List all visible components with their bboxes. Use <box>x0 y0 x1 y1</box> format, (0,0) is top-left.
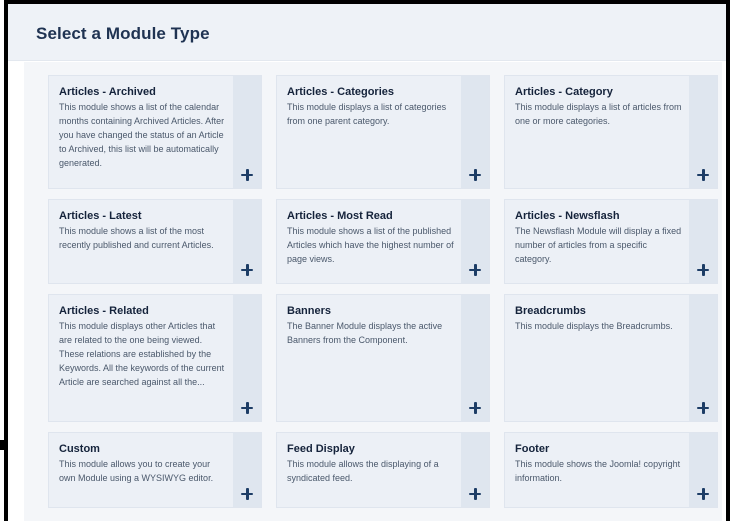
module-card-articles-category[interactable]: Articles - Category This module displays… <box>504 75 718 189</box>
card-content: Articles - Latest This module shows a li… <box>59 210 227 252</box>
plus-icon[interactable] <box>696 168 710 182</box>
add-module-strip[interactable] <box>689 200 717 283</box>
card-content: Articles - Category This module displays… <box>515 86 683 128</box>
plus-icon[interactable] <box>696 487 710 501</box>
plus-icon[interactable] <box>240 168 254 182</box>
card-content: Breadcrumbs This module displays the Bre… <box>515 305 683 333</box>
add-module-strip[interactable] <box>689 433 717 507</box>
module-title: Articles - Categories <box>287 86 394 98</box>
module-card-articles-most-read[interactable]: Articles - Most Read This module shows a… <box>276 199 490 284</box>
plus-icon[interactable] <box>240 487 254 501</box>
module-title: Articles - Most Read <box>287 210 393 222</box>
card-content: Footer This module shows the Joomla! cop… <box>515 443 683 485</box>
add-module-strip[interactable] <box>233 295 261 421</box>
add-module-strip[interactable] <box>233 200 261 283</box>
module-card-footer[interactable]: Footer This module shows the Joomla! cop… <box>504 432 718 508</box>
module-card-articles-latest[interactable]: Articles - Latest This module shows a li… <box>48 199 262 284</box>
card-content: Custom This module allows you to create … <box>59 443 227 485</box>
add-module-strip[interactable] <box>689 295 717 421</box>
module-card-breadcrumbs[interactable]: Breadcrumbs This module displays the Bre… <box>504 294 718 422</box>
add-module-strip[interactable] <box>233 433 261 507</box>
module-card-articles-related[interactable]: Articles - Related This module displays … <box>48 294 262 422</box>
module-description: The Banner Module displays the active Ba… <box>287 321 443 345</box>
module-description: This module displays a list of articles … <box>515 102 682 126</box>
card-content: Articles - Newsflash The Newsflash Modul… <box>515 210 683 266</box>
card-content: Articles - Archived This module shows a … <box>59 86 227 170</box>
module-title: Footer <box>515 443 550 455</box>
module-description: This module displays other Articles that… <box>59 321 225 387</box>
module-description: This module shows the Joomla! copyright … <box>515 459 681 483</box>
module-description: This module shows a list of the publishe… <box>287 226 454 264</box>
module-description: This module allows you to create your ow… <box>59 459 214 483</box>
module-card-articles-newsflash[interactable]: Articles - Newsflash The Newsflash Modul… <box>504 199 718 284</box>
module-description: The Newsflash Module will display a fixe… <box>515 226 682 264</box>
add-module-strip[interactable] <box>461 433 489 507</box>
add-module-strip[interactable] <box>233 76 261 188</box>
module-title: Feed Display <box>287 443 355 455</box>
module-type-dialog: Select a Module Type Articles - Archived… <box>8 4 726 521</box>
module-title: Breadcrumbs <box>515 305 586 317</box>
add-module-strip[interactable] <box>689 76 717 188</box>
module-card-articles-archived[interactable]: Articles - Archived This module shows a … <box>48 75 262 189</box>
module-title: Articles - Category <box>515 86 613 98</box>
plus-icon[interactable] <box>468 263 482 277</box>
card-content: Articles - Most Read This module shows a… <box>287 210 455 266</box>
add-module-strip[interactable] <box>461 200 489 283</box>
module-description: This module displays the Breadcrumbs. <box>515 321 673 331</box>
module-description: This module shows a list of the most rec… <box>59 226 214 250</box>
module-title: Articles - Newsflash <box>515 210 620 222</box>
module-title: Custom <box>59 443 100 455</box>
dialog-header: Select a Module Type <box>8 4 726 61</box>
card-content: Articles - Categories This module displa… <box>287 86 455 128</box>
page-title: Select a Module Type <box>36 24 210 43</box>
window-frame: Select a Module Type Articles - Archived… <box>4 0 730 521</box>
module-title: Articles - Related <box>59 305 149 317</box>
card-content: Articles - Related This module displays … <box>59 305 227 389</box>
module-title: Banners <box>287 305 332 317</box>
card-content: Feed Display This module allows the disp… <box>287 443 455 485</box>
card-content: Banners The Banner Module displays the a… <box>287 305 455 347</box>
module-title: Articles - Latest <box>59 210 142 222</box>
plus-icon[interactable] <box>696 263 710 277</box>
plus-icon[interactable] <box>468 401 482 415</box>
module-description: This module shows a list of the calendar… <box>59 102 225 168</box>
module-card-feed-display[interactable]: Feed Display This module allows the disp… <box>276 432 490 508</box>
module-title: Articles - Archived <box>59 86 156 98</box>
module-card-custom[interactable]: Custom This module allows you to create … <box>48 432 262 508</box>
plus-icon[interactable] <box>240 401 254 415</box>
module-list-area: Articles - Archived This module shows a … <box>24 62 722 521</box>
module-description: This module allows the displaying of a s… <box>287 459 439 483</box>
module-grid: Articles - Archived This module shows a … <box>48 75 718 508</box>
module-description: This module displays a list of categorie… <box>287 102 447 126</box>
add-module-strip[interactable] <box>461 295 489 421</box>
plus-icon[interactable] <box>468 168 482 182</box>
plus-icon[interactable] <box>240 263 254 277</box>
module-card-articles-categories[interactable]: Articles - Categories This module displa… <box>276 75 490 189</box>
module-card-banners[interactable]: Banners The Banner Module displays the a… <box>276 294 490 422</box>
add-module-strip[interactable] <box>461 76 489 188</box>
plus-icon[interactable] <box>468 487 482 501</box>
plus-icon[interactable] <box>696 401 710 415</box>
